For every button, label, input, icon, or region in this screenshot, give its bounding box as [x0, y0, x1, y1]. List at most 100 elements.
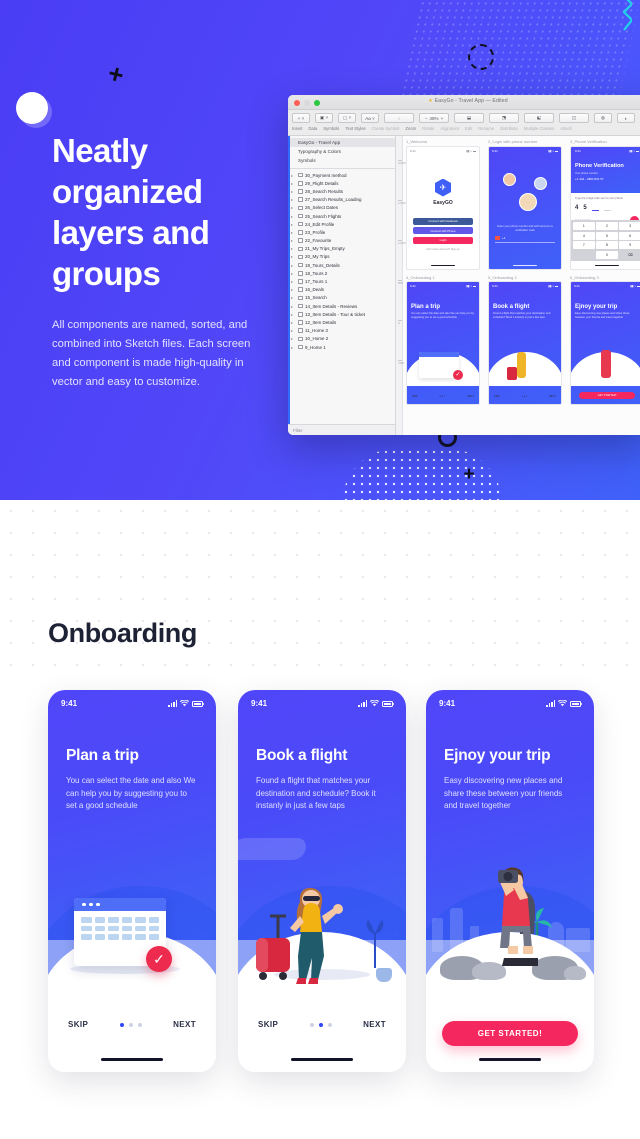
- phone-input[interactable]: +1: [495, 236, 555, 243]
- welcome-buttons[interactable]: Connect with Facebook Connect with Phone…: [407, 215, 479, 251]
- distribute-tool[interactable]: ◫: [559, 113, 589, 123]
- key-backspace[interactable]: ⌫: [619, 251, 640, 259]
- insert-tool[interactable]: + ˅: [292, 113, 310, 123]
- chevron-right-icon[interactable]: ▸: [291, 181, 295, 186]
- layer-item[interactable]: ▸ 19_Tours_Details: [288, 261, 395, 269]
- layer-item[interactable]: ▸ 20_My Trips: [288, 253, 395, 261]
- chevron-right-icon[interactable]: ▸: [291, 336, 295, 341]
- dot-2[interactable]: [128, 1022, 133, 1027]
- chevron-right-icon[interactable]: ▸: [291, 295, 295, 300]
- chevron-right-icon[interactable]: ▸: [291, 197, 295, 202]
- skip-button[interactable]: SKIP: [68, 1020, 88, 1029]
- zoom-tool[interactable]: − 48% +: [419, 113, 449, 123]
- layer-list[interactable]: ▸ 30_Payment method ▸ 29_Flight Details ▸ 28_…: [288, 171, 395, 351]
- chevron-right-icon[interactable]: ▸: [291, 279, 295, 284]
- chevron-right-icon[interactable]: ▸: [291, 189, 295, 194]
- chevron-right-icon[interactable]: ▸: [291, 345, 295, 350]
- mini-footer[interactable]: SKIP ∘ ● ∘ NEXT: [494, 395, 556, 398]
- dot-3[interactable]: [327, 1022, 332, 1027]
- layer-item[interactable]: ▸ 24_Edit Profile: [288, 220, 395, 228]
- layer-item[interactable]: ▸ 29_Flight Details: [288, 179, 395, 187]
- phone-footer-3[interactable]: GET STARTED!: [426, 1010, 594, 1072]
- chevron-right-icon[interactable]: ▸: [291, 304, 295, 309]
- key-3[interactable]: 3: [619, 222, 640, 230]
- artboard-frame[interactable]: 9:41 ▮▮ ⌁ ▬ Book a flight Found a flight…: [488, 281, 562, 405]
- sketch-canvas[interactable]: 2,000 1,500 1,000 500 0 -500 1_Welcome 9…: [396, 136, 640, 435]
- layer-item[interactable]: ▸ 21_My Trips_Empty: [288, 245, 395, 253]
- skip-button[interactable]: SKIP: [258, 1020, 278, 1029]
- key-8[interactable]: 8: [596, 241, 618, 249]
- dot-1[interactable]: [119, 1022, 124, 1027]
- key-7[interactable]: 7: [573, 241, 595, 249]
- footer-controls[interactable]: SKIP NEXT: [238, 1010, 406, 1029]
- key-1[interactable]: 1: [573, 222, 595, 230]
- layer-item[interactable]: ▸ 26_Select Dates: [288, 204, 395, 212]
- code-input[interactable]: 4 5: [575, 205, 639, 211]
- layer-item[interactable]: ▸ 25_Search Flights: [288, 212, 395, 220]
- pagination-dots[interactable]: [119, 1022, 142, 1027]
- pagination-dots[interactable]: [309, 1022, 332, 1027]
- symbols-tool[interactable]: ▢ ˅: [338, 113, 356, 123]
- numeric-keypad[interactable]: 1 2 3 4 5 6 7 8 9 0 ⌫: [571, 220, 640, 261]
- footer-controls[interactable]: SKIP NEXT: [48, 1010, 216, 1029]
- dot-3[interactable]: [137, 1022, 142, 1027]
- next-button[interactable]: NEXT: [173, 1020, 196, 1029]
- key-0[interactable]: 0: [596, 250, 618, 259]
- sketch-app-window[interactable]: ★ EasyGo - Travel App — Edited + ˅ ▣ ˅ ▢…: [288, 95, 640, 435]
- chevron-right-icon[interactable]: ▸: [291, 328, 295, 333]
- phone-button[interactable]: Connect with Phone: [413, 227, 473, 234]
- code-slot-3[interactable]: [591, 206, 599, 211]
- key-5[interactable]: 5: [596, 231, 618, 240]
- layer-item[interactable]: ▸ 11_Home 3: [288, 327, 395, 335]
- phone-footer-1[interactable]: SKIP NEXT: [48, 1010, 216, 1072]
- chevron-right-icon[interactable]: ▸: [291, 254, 295, 259]
- next-button[interactable]: NEXT: [363, 1020, 386, 1029]
- layer-item[interactable]: ▸ 12_Item Details: [288, 318, 395, 326]
- artboard-login[interactable]: 2_Login with phone number 9:41 ▮▮ ⌁ ▬ En…: [488, 139, 562, 270]
- sketch-toolbar[interactable]: + ˅ ▣ ˅ ▢ ˅ Aa ˅ ◌ − 48% + ⬓ ⬔ ⬕ ◫ ◍ ◐ I…: [288, 110, 640, 136]
- layer-item[interactable]: ▸ 18_Tours 2: [288, 269, 395, 277]
- create-symbol-tool[interactable]: ◌: [384, 113, 414, 123]
- page-item-easygo[interactable]: EasyGo - Travel App: [288, 138, 395, 147]
- chevron-right-icon[interactable]: ▸: [291, 312, 295, 317]
- key-4[interactable]: 4: [573, 231, 595, 240]
- rotate-tool[interactable]: ⬓: [454, 113, 484, 123]
- page-item-typography[interactable]: Typography & Colors: [288, 147, 395, 156]
- chevron-right-icon[interactable]: ▸: [291, 238, 295, 243]
- layer-item[interactable]: ▸ 10_Home 2: [288, 335, 395, 343]
- chevron-right-icon[interactable]: ▸: [291, 271, 295, 276]
- chevron-right-icon[interactable]: ▸: [291, 205, 295, 210]
- key-6[interactable]: 6: [619, 231, 640, 240]
- layer-item[interactable]: ▸ 22_Favourite: [288, 237, 395, 245]
- code-slot-4[interactable]: [603, 206, 611, 211]
- layer-item[interactable]: ▸ 28_Search Results: [288, 187, 395, 195]
- phone-mockup-1[interactable]: 9:41 Plan a trip You can select the date…: [48, 690, 216, 1072]
- layer-item[interactable]: ▸ 15_Search: [288, 294, 395, 302]
- get-started-button[interactable]: GET STARTED!: [442, 1021, 578, 1046]
- key-2[interactable]: 2: [596, 222, 618, 230]
- phone-footer-2[interactable]: SKIP NEXT: [238, 1010, 406, 1072]
- chevron-right-icon[interactable]: ▸: [291, 230, 295, 235]
- chevron-right-icon[interactable]: ▸: [291, 263, 295, 268]
- artboard-frame[interactable]: 9:41 ▮▮ ⌁ ▬ Phone Verification Your phon…: [570, 145, 640, 270]
- zoom-out-icon[interactable]: −: [425, 116, 428, 121]
- layers-sidebar[interactable]: EasyGo - Travel App Typography & Colors …: [288, 136, 396, 435]
- layer-item[interactable]: ▸ 16_Deals: [288, 286, 395, 294]
- mini-footer[interactable]: SKIP ● ∘ ∘ NEXT: [412, 395, 474, 398]
- zoom-in-icon[interactable]: +: [441, 116, 444, 121]
- phone-mockup-3[interactable]: 9:41 Ejnoy your trip Easy discovering ne…: [426, 690, 594, 1072]
- login-button[interactable]: Login: [413, 236, 473, 244]
- chevron-right-icon[interactable]: ▸: [291, 320, 295, 325]
- layer-item[interactable]: ▸ 13_Item Details - Tour & ticket: [288, 310, 395, 318]
- layer-item[interactable]: ▸ 14_Item Details - Reviews: [288, 302, 395, 310]
- data-tool[interactable]: ▣ ˅: [315, 113, 333, 123]
- phone-mockup-2[interactable]: 9:41 Book a flight Found a flight that m…: [238, 690, 406, 1072]
- layer-item[interactable]: ▸ 23_Profile: [288, 228, 395, 236]
- artboard-onboarding-3[interactable]: 6_Onboarding 3 9:41 ▮▮ ⌁ ▬ Ejnoy your tr…: [570, 275, 640, 405]
- dot-2[interactable]: [318, 1022, 323, 1027]
- chevron-right-icon[interactable]: ▸: [291, 222, 295, 227]
- layer-item[interactable]: ▸ 17_Tours 1: [288, 277, 395, 285]
- share-tool[interactable]: ◐: [617, 113, 635, 123]
- chevron-right-icon[interactable]: ▸: [291, 173, 295, 178]
- artboard-verification[interactable]: 3_Phone Verification 9:41 ▮▮ ⌁ ▬ Phone V…: [570, 139, 640, 270]
